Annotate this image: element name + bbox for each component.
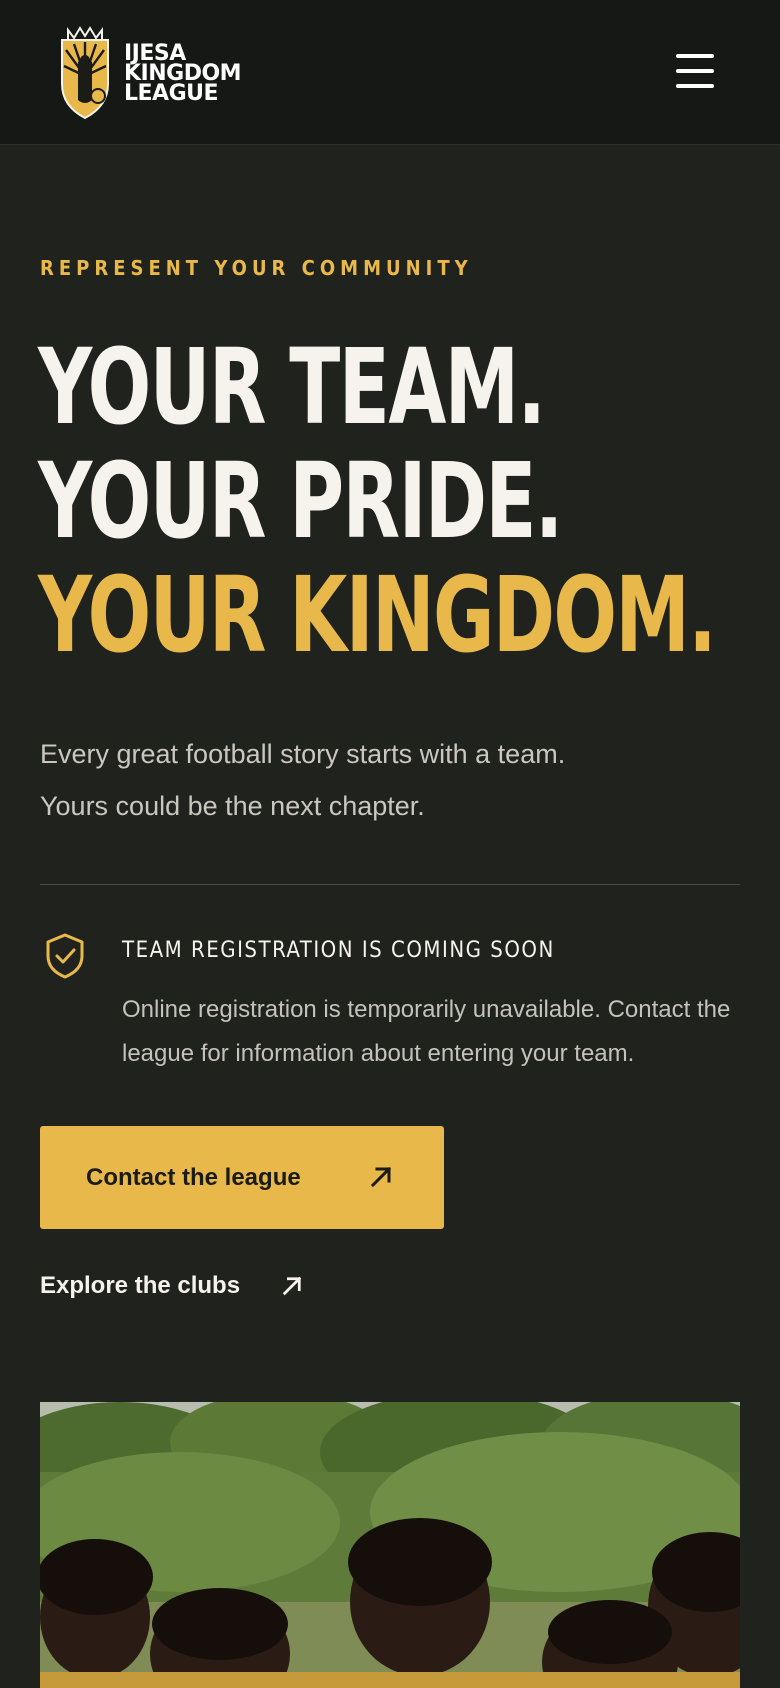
menu-bar-top [676, 54, 714, 58]
lead-line-1: Every great football story starts with a… [40, 739, 566, 769]
section-divider [40, 884, 740, 885]
headline-line-kingdom: YOUR KINGDOM. [38, 554, 717, 676]
hero-headline: YOUR TEAM. YOUR PRIDE. YOUR KINGDOM. [38, 326, 717, 676]
contact-league-label: Contact the league [86, 1163, 301, 1191]
explore-clubs-label: Explore the clubs [40, 1272, 241, 1299]
shield-check-icon [46, 933, 84, 979]
crest-logo-icon [61, 26, 109, 120]
hero-eyebrow: REPRESENT YOUR COMMUNITY [40, 256, 473, 280]
arrow-up-right-icon [282, 1276, 302, 1296]
registration-notice-title: TEAM REGISTRATION IS COMING SOON [122, 938, 555, 963]
wordmark-line-3: LEAGUE [124, 81, 219, 106]
league-logo[interactable]: IJESA KINGDOM LEAGUE [54, 22, 242, 122]
hero-lead-text: Every great football story starts with a… [40, 728, 740, 832]
team-huddle-photo-illustration [40, 1402, 740, 1688]
registration-notice-body: Online registration is temporarily unava… [122, 996, 731, 1067]
hamburger-menu-icon[interactable] [676, 54, 714, 90]
menu-bar-middle [676, 69, 714, 73]
explore-clubs-link[interactable]: Explore the clubs [40, 1272, 302, 1300]
team-huddle-photo [40, 1402, 740, 1688]
headline-line-team: YOUR TEAM. [38, 326, 546, 448]
arrow-up-right-icon [370, 1166, 392, 1188]
lead-line-2: Yours could be the next chapter. [40, 791, 425, 821]
league-wordmark: IJESA KINGDOM LEAGUE [124, 40, 242, 106]
top-navbar: IJESA KINGDOM LEAGUE [0, 0, 780, 145]
contact-league-button[interactable]: Contact the league [40, 1126, 444, 1229]
menu-bar-bottom [676, 84, 714, 88]
headline-line-pride: YOUR PRIDE. [38, 440, 563, 562]
